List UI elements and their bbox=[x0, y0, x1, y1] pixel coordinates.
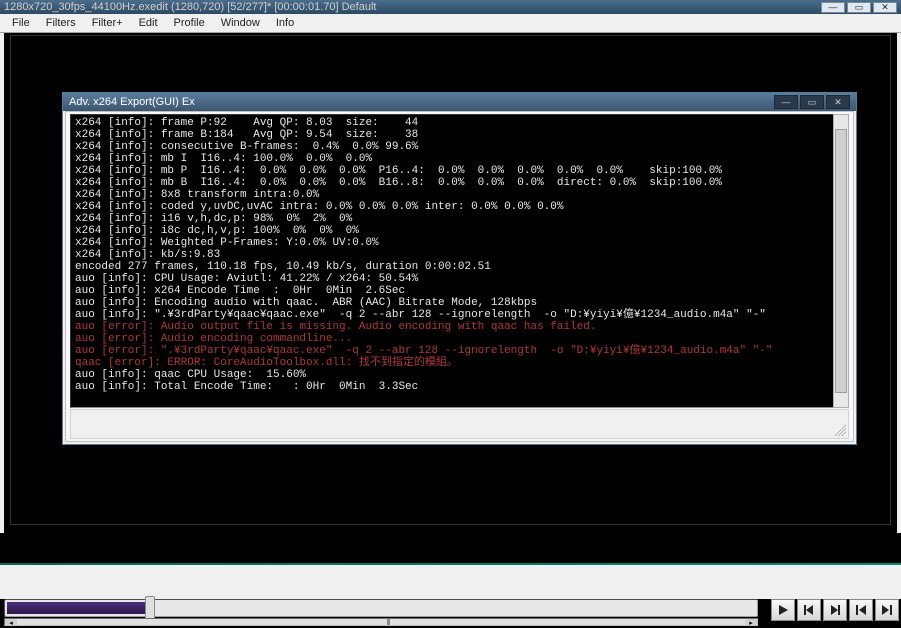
console-error-line: qaac [error]: ERROR: CoreAudioToolbox.dl… bbox=[75, 357, 844, 369]
resize-grip-icon[interactable] bbox=[834, 424, 846, 436]
dialog-status-strip bbox=[70, 409, 849, 439]
console-scrollbar[interactable] bbox=[833, 114, 849, 408]
close-button[interactable]: ✕ bbox=[873, 2, 897, 13]
console-info-line: encoded 277 frames, 110.18 fps, 10.49 kb… bbox=[75, 261, 844, 273]
maximize-button[interactable]: ▭ bbox=[847, 2, 871, 13]
menu-file[interactable]: File bbox=[4, 15, 38, 31]
step-back-button[interactable] bbox=[797, 599, 821, 621]
console-info-line: auo [info]: ".¥3rdParty¥qaac¥qaac.exe" -… bbox=[75, 309, 844, 321]
scroll-right-arrow[interactable]: ▸ bbox=[745, 619, 757, 625]
minimize-button[interactable]: — bbox=[821, 2, 845, 13]
export-dialog: Adv. x264 Export(GUI) Ex — ▭ ✕ x264 [inf… bbox=[62, 92, 857, 445]
main-window: 1280x720_30fps_44100Hz.exedit (1280,720)… bbox=[0, 0, 901, 626]
console-error-line: auo [error]: Audio encoding commandline.… bbox=[75, 333, 844, 345]
console-info-line: x264 [info]: 8x8 transform intra:0.0% bbox=[75, 189, 844, 201]
last-frame-button[interactable] bbox=[875, 599, 899, 621]
console-output[interactable]: x264 [info]: frame P:92 Avg QP: 8.03 siz… bbox=[70, 114, 849, 408]
timeline-background bbox=[0, 565, 901, 599]
seek-bar[interactable] bbox=[4, 599, 758, 617]
console-info-line: x264 [info]: i16 v,h,dc,p: 98% 0% 2% 0% bbox=[75, 213, 844, 225]
dialog-close-button[interactable]: ✕ bbox=[826, 95, 850, 109]
console-error-line: auo [error]: Audio output file is missin… bbox=[75, 321, 844, 333]
console-info-line: auo [info]: Encoding audio with qaac. AB… bbox=[75, 297, 844, 309]
console-error-line: auo [error]: ".¥3rdParty¥qaac¥qaac.exe" … bbox=[75, 345, 844, 357]
menu-edit[interactable]: Edit bbox=[131, 15, 166, 31]
console-info-line: x264 [info]: coded y,uvDC,uvAC intra: 0.… bbox=[75, 201, 844, 213]
seek-progress bbox=[7, 602, 146, 614]
menu-filters[interactable]: Filters bbox=[38, 15, 84, 31]
menu-filterplus[interactable]: Filter+ bbox=[84, 15, 131, 31]
dialog-title: Adv. x264 Export(GUI) Ex bbox=[69, 96, 772, 108]
dialog-body: x264 [info]: frame P:92 Avg QP: 8.03 siz… bbox=[65, 111, 854, 442]
menu-window[interactable]: Window bbox=[213, 15, 268, 31]
console-info-line: x264 [info]: frame B:184 Avg QP: 9.54 si… bbox=[75, 129, 844, 141]
console-scroll-thumb[interactable] bbox=[835, 129, 847, 393]
console-info-line: auo [info]: CPU Usage: Aviutl: 41.22% / … bbox=[75, 273, 844, 285]
console-info-line: x264 [info]: Weighted P-Frames: Y:0.0% U… bbox=[75, 237, 844, 249]
console-info-line: auo [info]: x264 Encode Time : 0Hr 0Min … bbox=[75, 285, 844, 297]
menu-info[interactable]: Info bbox=[268, 15, 302, 31]
console-info-line: x264 [info]: kb/s:9.83 bbox=[75, 249, 844, 261]
play-button[interactable] bbox=[771, 599, 795, 621]
menubar: File Filters Filter+ Edit Profile Window… bbox=[0, 14, 901, 33]
main-window-controls: — ▭ ✕ bbox=[821, 2, 897, 13]
dialog-minimize-button[interactable]: — bbox=[774, 95, 798, 109]
first-frame-icon bbox=[854, 603, 868, 617]
console-info-line: x264 [info]: frame P:92 Avg QP: 8.03 siz… bbox=[75, 117, 844, 129]
dialog-maximize-button[interactable]: ▭ bbox=[800, 95, 824, 109]
step-back-icon bbox=[802, 603, 816, 617]
step-forward-icon bbox=[828, 603, 842, 617]
horizontal-scrollbar[interactable]: ◂ ▸ bbox=[4, 618, 758, 626]
first-frame-button[interactable] bbox=[849, 599, 873, 621]
console-info-line: auo [info]: Total Encode Time: : 0Hr 0Mi… bbox=[75, 381, 844, 393]
main-titlebar: 1280x720_30fps_44100Hz.exedit (1280,720)… bbox=[0, 0, 901, 14]
menu-profile[interactable]: Profile bbox=[166, 15, 213, 31]
console-info-line: x264 [info]: consecutive B-frames: 0.4% … bbox=[75, 141, 844, 153]
main-title: 1280x720_30fps_44100Hz.exedit (1280,720)… bbox=[4, 1, 821, 13]
console-info-line: auo [info]: qaac CPU Usage: 15.60% bbox=[75, 369, 844, 381]
step-forward-button[interactable] bbox=[823, 599, 847, 621]
console-info-line: x264 [info]: mb P I16..4: 0.0% 0.0% 0.0%… bbox=[75, 165, 844, 177]
lower-black-strip bbox=[0, 537, 901, 563]
playback-controls bbox=[771, 599, 899, 621]
dialog-titlebar[interactable]: Adv. x264 Export(GUI) Ex — ▭ ✕ bbox=[63, 93, 856, 111]
console-info-line: x264 [info]: mb B I16..4: 0.0% 0.0% 0.0%… bbox=[75, 177, 844, 189]
console-info-line: x264 [info]: mb I I16..4: 100.0% 0.0% 0.… bbox=[75, 153, 844, 165]
scroll-left-arrow[interactable]: ◂ bbox=[5, 619, 17, 625]
play-icon bbox=[776, 603, 790, 617]
scroll-marker[interactable] bbox=[387, 619, 390, 625]
console-info-line: x264 [info]: i8c dc,h,v,p: 100% 0% 0% 0% bbox=[75, 225, 844, 237]
seek-thumb[interactable] bbox=[145, 596, 155, 620]
last-frame-icon bbox=[880, 603, 894, 617]
